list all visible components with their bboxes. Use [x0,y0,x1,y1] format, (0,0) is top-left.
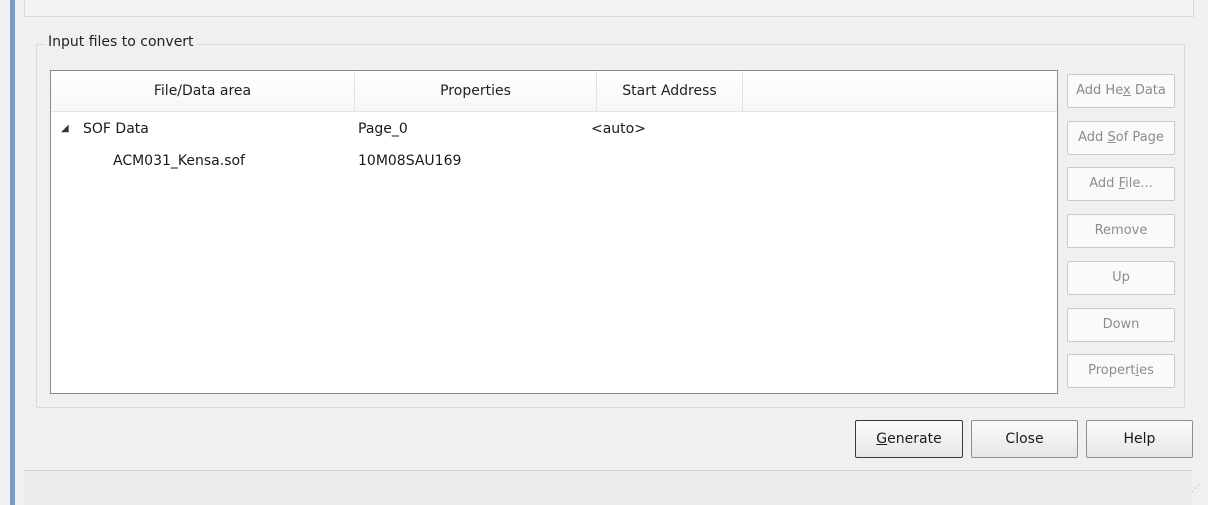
status-bar [24,471,1192,505]
label-part: Add [1089,176,1119,191]
label-part: Add [1078,130,1108,145]
convert-programming-file-dialog: Input files to convert File/Data area Pr… [0,0,1208,505]
window-left-edge [10,0,15,505]
row-properties: 10M08SAU169 [358,153,462,169]
label-part: Add He [1076,83,1123,98]
table-row[interactable]: ACM031_Kensa.sof 10M08SAU169 [51,146,1057,176]
down-button[interactable]: Down [1067,308,1175,342]
label-part: enerate [887,431,942,447]
accelerator-key: x [1122,83,1131,98]
add-file-button[interactable]: Add File... [1067,167,1175,201]
row-properties: Page_0 [358,121,408,137]
row-file-name: SOF Data [83,121,149,137]
table-header: File/Data area Properties Start Address [51,71,1057,112]
column-header-file-data-area[interactable]: File/Data area [51,71,355,111]
accelerator-key: G [876,431,888,447]
table-row[interactable]: ◢ SOF Data Page_0 <auto> [51,114,1057,144]
group-title: Input files to convert [44,34,198,50]
row-start-address: <auto> [591,121,646,137]
label-part: ile... [1125,176,1153,191]
label-part: of Page [1115,130,1164,145]
label-part: es [1139,363,1154,378]
row-file-name: ACM031_Kensa.sof [113,153,245,169]
generate-button[interactable]: Generate [855,420,963,458]
input-files-table[interactable]: File/Data area Properties Start Address … [50,70,1058,394]
label-part: Propert [1088,363,1136,378]
add-hex-data-button[interactable]: Add Hex Data [1067,74,1175,108]
properties-button[interactable]: Properties [1067,354,1175,388]
close-button[interactable]: Close [971,420,1078,458]
add-sof-page-button[interactable]: Add Sof Page [1067,121,1175,155]
label-part: Data [1130,83,1166,98]
column-header-properties[interactable]: Properties [355,71,597,111]
accelerator-key: S [1107,130,1116,145]
column-header-filler [743,71,1057,111]
remove-button[interactable]: Remove [1067,214,1175,248]
up-button[interactable]: Up [1067,261,1175,295]
resize-grip-icon[interactable]: ⋰ [1186,482,1200,496]
help-button[interactable]: Help [1086,420,1193,458]
upper-panel-edge [24,0,1194,17]
column-header-start-address[interactable]: Start Address [597,71,743,111]
collapse-triangle-icon[interactable]: ◢ [61,114,69,144]
